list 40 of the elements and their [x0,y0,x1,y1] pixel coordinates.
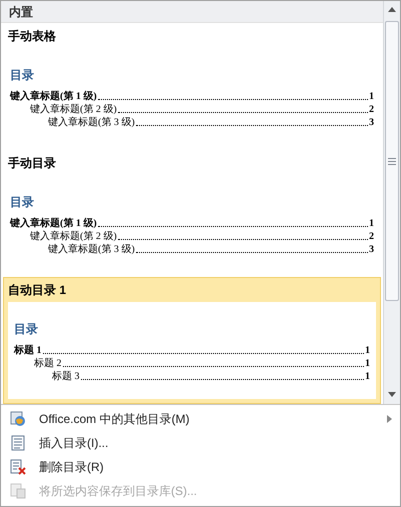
toc-page-number: 1 [365,370,370,383]
toc-style-option[interactable]: 手动目录 目录 键入章标题(第 1 级) 1 键入章标题(第 2 级) 2 键入章标题(第 3 级) 3 [3,150,381,277]
scroll-down-icon[interactable] [387,389,397,399]
toc-page-number: 1 [369,90,374,103]
scroll-up-icon[interactable] [387,5,397,15]
toc-page-number: 1 [365,344,370,357]
toc-heading: 目录 [14,321,39,338]
document-icon [11,435,25,451]
toc-entry-text: 键入章标题(第 1 级) [10,217,97,230]
toc-heading: 目录 [10,194,35,211]
toc-entry-text: 标题 3 [52,370,80,383]
toc-entry-text: 标题 1 [14,344,42,357]
menu-item[interactable]: Office.com 中的其他目录(M) [1,407,400,431]
globe-document-icon [10,411,26,427]
toc-page-number: 2 [369,103,374,116]
toc-page-number: 1 [365,357,370,370]
option-title: 手动表格 [7,28,57,45]
option-title: 自动目录 1 [7,282,68,299]
delete-document-icon [10,459,26,475]
menu-item[interactable]: 插入目录(I)... [1,431,400,455]
scroll-thumb[interactable] [385,21,399,301]
toc-page-number: 2 [369,230,374,243]
toc-entry-text: 键入章标题(第 2 级) [30,103,117,116]
grip-icon [388,158,396,164]
save-to-gallery-icon [10,483,26,499]
toc-page-number: 3 [369,116,374,129]
toc-heading: 目录 [10,67,35,84]
toc-style-option[interactable]: 手动表格 目录 键入章标题(第 1 级) 1 键入章标题(第 2 级) 2 键入章标题(第 3 级) 3 [3,23,381,150]
toc-page-number: 1 [369,217,374,230]
menu-item[interactable]: 删除目录(R) [1,455,400,479]
toc-entry-text: 键入章标题(第 1 级) [10,90,97,103]
toc-entry-text: 键入章标题(第 3 级) [48,243,135,256]
toc-style-option[interactable]: 自动目录 1 目录 标题 1 1 标题 2 1 标题 3 1 [3,277,381,404]
gallery-header: 内置 [1,1,383,23]
toc-entry-text: 键入章标题(第 3 级) [48,116,135,129]
toc-entry-text: 键入章标题(第 2 级) [30,230,117,243]
toc-entry-text: 标题 2 [34,357,62,370]
scrollbar[interactable] [383,1,400,404]
toc-page-number: 3 [369,243,374,256]
option-title: 手动目录 [7,155,57,172]
